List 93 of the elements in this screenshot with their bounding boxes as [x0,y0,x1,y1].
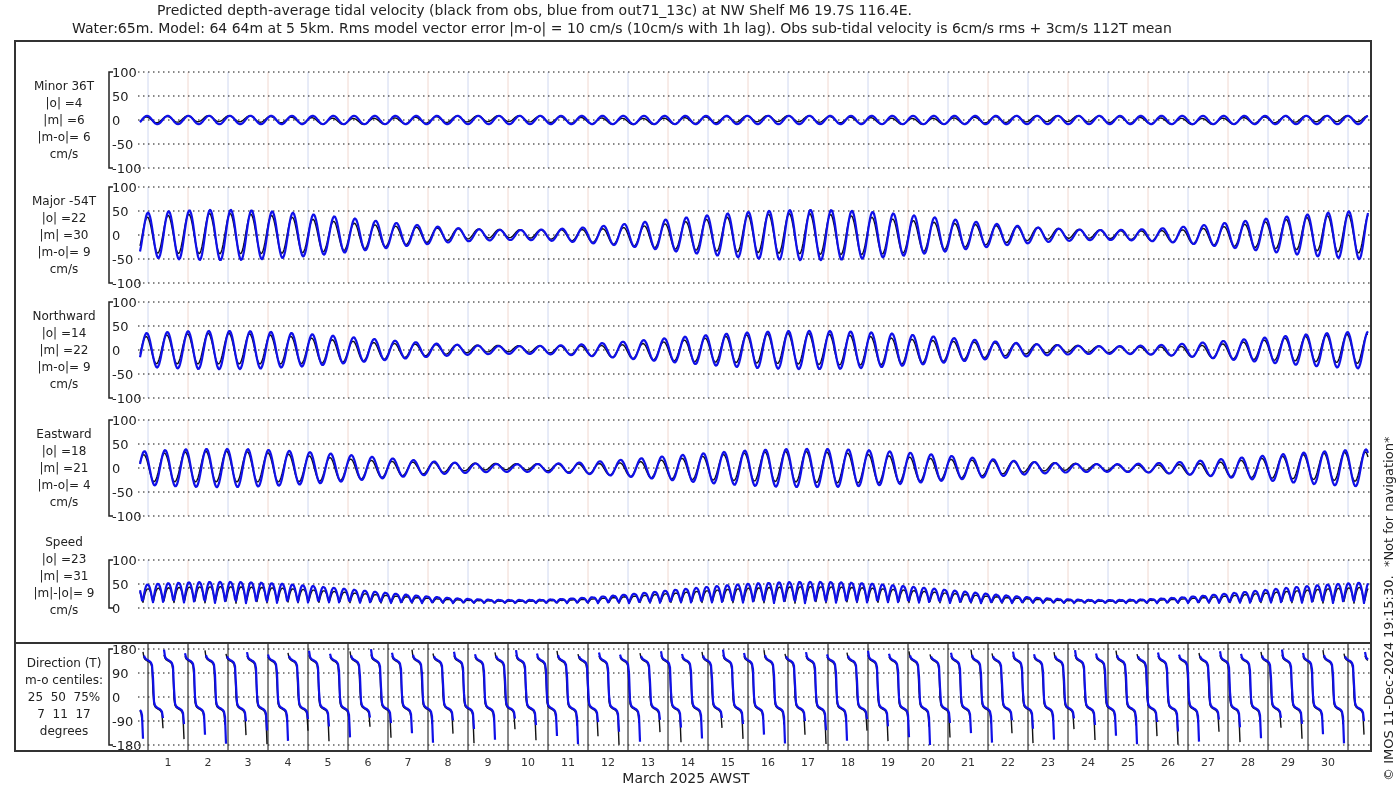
stat-label: |m-o|= 6 [37,128,91,146]
chart-title: Predicted depth-average tidal velocity (black from obs, blue from out71_13c) at NW Shelf M6 19.7S 116.4E. [156,1,913,19]
stat-label: |m| =30 [39,226,89,244]
axis-tick-label: -50 [112,252,134,267]
day-label: 24 [1081,756,1095,769]
day-label: 14 [681,756,695,769]
day-label: 28 [1241,756,1255,769]
stat-label: |m-o|= 4 [37,476,91,494]
day-label: 27 [1201,756,1215,769]
day-label: 4 [284,756,292,769]
stat-label: |m| =31 [39,567,89,585]
axis-tick-label: 100 [112,413,137,428]
day-label: 8 [444,756,452,769]
axis-tick-label: -50 [112,485,134,500]
stat-label: |o| =4 [45,94,83,112]
axis-tick-label: 0 [112,113,121,128]
panel-title: Eastward [36,425,92,443]
unit-label: cm/s [49,145,79,163]
axis-tick-label: -100 [112,509,142,524]
axis-tick-label: 100 [112,65,137,80]
stat-label: |m-o|= 9 [37,358,91,376]
panel-title: Northward [32,307,96,325]
axis-tick-label: 0 [112,690,121,705]
axis-tick-label: -90 [112,714,134,729]
axis-tick-label: 0 [112,343,121,358]
axis-tick-label: 0 [112,228,121,243]
day-label: 12 [601,756,615,769]
day-label: 29 [1281,756,1295,769]
axis-tick-label: 0 [112,461,121,476]
axis-tick-label: 50 [112,319,129,334]
day-label: 13 [641,756,655,769]
stat-label: 7 11 17 [37,705,91,723]
unit-label: cm/s [49,375,79,393]
unit-label: degrees [39,722,89,740]
day-label: 26 [1161,756,1175,769]
axis-tick-label: -180 [112,738,142,750]
stat-label: |m| =6 [43,111,85,129]
day-label: 1 [164,756,172,769]
axis-tick-label: 100 [112,295,137,310]
day-label: 19 [881,756,895,769]
stat-label: |o| =18 [41,442,87,460]
day-label: 6 [364,756,372,769]
axis-tick-label: -100 [112,276,142,291]
day-label: 10 [521,756,535,769]
axis-tick-label: 100 [112,553,137,568]
stat-label: |m| =21 [39,459,89,477]
y-axis [108,559,114,609]
axis-tick-label: 50 [112,437,129,452]
day-label: 30 [1321,756,1335,769]
day-label: 11 [561,756,575,769]
axis-tick-label: 50 [112,577,129,592]
day-label: 7 [404,756,412,769]
panel-title: Major -54T [31,192,97,210]
axis-tick-label: 90 [112,666,129,681]
day-label: 22 [1001,756,1015,769]
panel-title: Direction (T) [26,654,102,672]
axis-tick-label: -50 [112,367,134,382]
day-label: 17 [801,756,815,769]
credit-text: © IMOS 11-Dec-2024 19:15:30. *Not for navigation* [1381,436,1396,781]
stat-label: |o| =22 [41,209,87,227]
panel-title: Minor 36T [34,77,94,95]
stat-label: |o| =23 [41,550,87,568]
axis-tick-label: 50 [112,89,129,104]
axis-tick-label: 180 [112,644,137,657]
day-label: 25 [1121,756,1135,769]
day-label: 9 [484,756,492,769]
axis-tick-label: 50 [112,204,129,219]
day-label: 18 [841,756,855,769]
day-label: 5 [324,756,332,769]
axis-tick-label: 100 [112,180,137,195]
axis-tick-label: -100 [112,161,142,176]
x-axis-label: March 2025 AWST [622,770,750,786]
stat-label: |o| =14 [41,324,87,342]
day-label: 2 [204,756,212,769]
day-label: 15 [721,756,735,769]
day-label: 3 [244,756,252,769]
axis-tick-label: 0 [112,601,121,616]
stat-label: |m|-|o|= 9 [33,584,95,602]
unit-label: cm/s [49,493,79,511]
stat-label: 25 50 75% [27,688,101,706]
stat-label: |m-o|= 9 [37,243,91,261]
unit-label: cm/s [49,601,79,619]
panel-title: Speed [45,533,83,551]
unit-label: cm/s [49,260,79,278]
day-label: 23 [1041,756,1055,769]
chart-subtitle: Water:65m. Model: 64 64m at 5 5km. Rms model vector error |m-o| = 10 cm/s (10cm/s with 1h lag). Obs sub-tidal velocity is 6cm/s rms + 3cm/s 112T mean [71,19,1173,37]
stat-label: m-o centiles: [24,671,103,689]
day-label: 21 [961,756,975,769]
axis-tick-label: -100 [112,391,142,406]
day-label: 20 [921,756,935,769]
stat-label: |m| =22 [39,341,89,359]
axis-tick-label: -50 [112,137,134,152]
day-label: 16 [761,756,775,769]
